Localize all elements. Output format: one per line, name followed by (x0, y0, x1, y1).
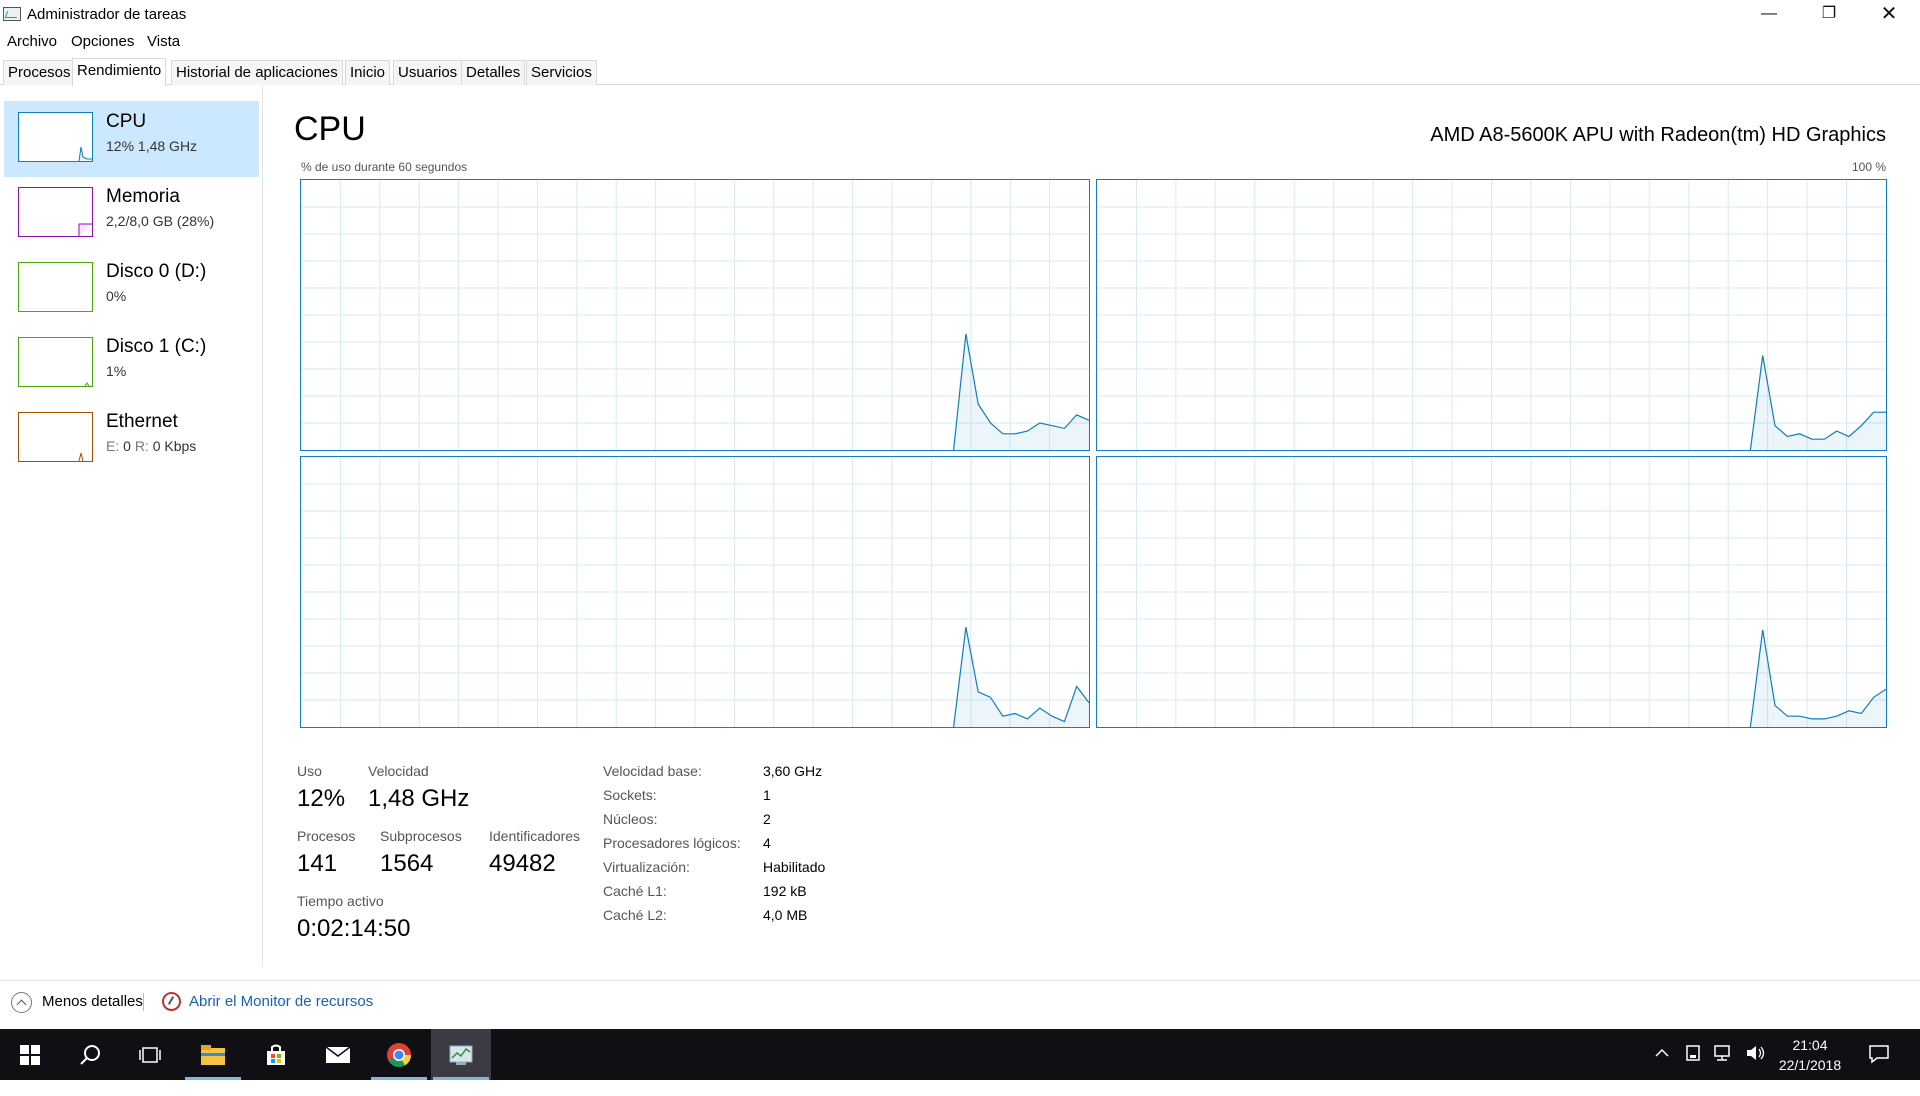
title-bar: Administrador de tareas — ❐ ✕ (0, 0, 1920, 30)
footer-bar: Menos detalles Abrir el Monitor de recur… (0, 980, 1920, 1022)
performance-sidebar: CPU 12% 1,48 GHz Memoria 2,2/8,0 GB (28%… (0, 86, 263, 966)
tab-usuarios[interactable]: Usuarios (393, 60, 463, 85)
detail-key: Virtualización: (603, 859, 690, 875)
procesos-value: 141 (297, 850, 338, 877)
tiempo-activo-value: 0:02:14:50 (297, 915, 411, 942)
tiempo-activo-label: Tiempo activo (297, 893, 384, 909)
velocidad-value: 1,48 GHz (368, 785, 470, 812)
velocidad-label: Velocidad (368, 763, 429, 779)
sidebar-item-sub: 0% (106, 288, 127, 304)
tab-rendimiento[interactable]: Rendimiento (72, 58, 167, 86)
open-resource-monitor-link[interactable]: Abrir el Monitor de recursos (189, 993, 373, 1010)
disk0-thumbnail-graph (18, 262, 93, 312)
search-icon[interactable] (60, 1029, 120, 1080)
subprocesos-label: Subprocesos (380, 828, 462, 844)
task-view-icon[interactable] (120, 1029, 180, 1080)
identificadores-label: Identificadores (489, 828, 581, 844)
detail-key: Procesadores lógicos: (603, 835, 741, 851)
detail-value: Habilitado (763, 859, 826, 875)
graph-caption: % de uso durante 60 segundos (301, 160, 468, 174)
cpu-core-1-graph[interactable] (1096, 179, 1887, 451)
uso-label: Uso (297, 763, 322, 779)
close-button[interactable]: ✕ (1860, 0, 1918, 30)
window-title: Administrador de tareas (27, 6, 187, 23)
sidebar-item-label: Disco 0 (D:) (106, 261, 207, 282)
sidebar-item-memoria[interactable]: Memoria 2,2/8,0 GB (28%) (4, 176, 259, 252)
maximize-button[interactable]: ❐ (1800, 0, 1858, 30)
detail-value: 4,0 MB (763, 907, 808, 923)
tab-bar: Procesos Rendimiento Historial de aplica… (0, 58, 1920, 86)
disk1-thumbnail-graph (18, 337, 93, 387)
chrome-icon[interactable] (369, 1029, 429, 1080)
file-explorer-icon[interactable] (183, 1029, 243, 1080)
tab-servicios[interactable]: Servicios (526, 60, 597, 85)
store-icon[interactable] (246, 1029, 306, 1080)
detail-value: 4 (763, 835, 771, 851)
sidebar-item-label: Ethernet (106, 411, 178, 432)
identificadores-value: 49482 (489, 850, 556, 877)
page-title: CPU (294, 110, 366, 148)
sidebar-item-sub: 1% (106, 363, 127, 379)
cpu-core-2-graph[interactable] (300, 456, 1090, 728)
tab-inicio[interactable]: Inicio (345, 60, 391, 85)
detail-value: 192 kB (763, 883, 807, 899)
windows-start-icon[interactable] (0, 1029, 60, 1080)
detail-key: Caché L2: (603, 907, 667, 923)
sidebar-item-sub: 12% 1,48 GHz (106, 138, 198, 154)
sidebar-item-label: Memoria (106, 186, 180, 207)
cpu-core-0-graph[interactable] (300, 179, 1090, 451)
detail-key: Velocidad base: (603, 763, 702, 779)
task-manager-window: Administrador de tareas — ❐ ✕ Archivo Op… (0, 0, 1920, 1029)
tab-procesos[interactable]: Procesos (3, 60, 76, 85)
cpu-model-name: AMD A8-5600K APU with Radeon(tm) HD Grap… (1430, 124, 1886, 146)
volume-icon[interactable] (1745, 1044, 1767, 1095)
menu-archivo[interactable]: Archivo (7, 33, 57, 50)
task-manager-app-icon (3, 7, 21, 21)
network-icon[interactable] (1713, 1044, 1735, 1095)
detail-key: Núcleos: (603, 811, 658, 827)
tab-detalles[interactable]: Detalles (461, 60, 526, 85)
graph-max-label: 100 % (1851, 160, 1886, 174)
detail-value: 3,60 GHz (763, 763, 823, 779)
sidebar-item-label: Disco 1 (C:) (106, 336, 207, 357)
taskbar-clock[interactable]: 21:04 22/1/2018 (1770, 1035, 1850, 1075)
uso-value: 12% (297, 785, 346, 812)
battery-icon[interactable] (1684, 1044, 1702, 1095)
chevron-up-icon[interactable] (11, 992, 32, 1013)
cpu-core-3-graph[interactable] (1096, 456, 1887, 728)
sidebar-item-label: CPU (106, 111, 147, 132)
detail-key: Caché L1: (603, 883, 667, 899)
subprocesos-value: 1564 (380, 850, 434, 877)
usage-area (953, 627, 1089, 727)
minimize-button[interactable]: — (1740, 0, 1798, 30)
sidebar-item-disco-0[interactable]: Disco 0 (D:) 0% (4, 251, 259, 327)
ethernet-thumbnail-graph (18, 412, 93, 462)
taskbar: 21:04 22/1/2018 (0, 1029, 1920, 1080)
chevron-up-icon[interactable] (1654, 1045, 1670, 1096)
tab-historial[interactable]: Historial de aplicaciones (171, 60, 343, 85)
detail-key: Sockets: (603, 787, 657, 803)
procesos-label: Procesos (297, 828, 356, 844)
clock-time: 21:04 (1792, 1037, 1828, 1053)
footer-divider (143, 993, 144, 1011)
sidebar-item-ethernet[interactable]: Ethernet E: 0 R: 0 Kbps (4, 401, 259, 477)
menu-opciones[interactable]: Opciones (71, 33, 134, 50)
mail-icon[interactable] (308, 1029, 368, 1080)
sidebar-item-disco-1[interactable]: Disco 1 (C:) 1% (4, 326, 259, 402)
notification-center-icon[interactable] (1868, 1044, 1890, 1095)
sidebar-item-sub: 2,2/8,0 GB (28%) (106, 213, 215, 229)
sidebar-item-cpu[interactable]: CPU 12% 1,48 GHz (4, 101, 259, 177)
clock-date: 22/1/2018 (1778, 1057, 1842, 1073)
cpu-thumbnail-graph (18, 112, 93, 162)
menu-vista[interactable]: Vista (147, 33, 180, 50)
resource-monitor-icon[interactable] (162, 992, 181, 1011)
task-manager-icon[interactable] (431, 1029, 491, 1080)
memory-thumbnail-graph (18, 187, 93, 237)
less-details-button[interactable]: Menos detalles (42, 993, 143, 1010)
detail-value: 2 (763, 811, 771, 827)
sidebar-item-sub: E: 0 R: 0 Kbps (106, 438, 197, 454)
detail-value: 1 (763, 787, 771, 803)
